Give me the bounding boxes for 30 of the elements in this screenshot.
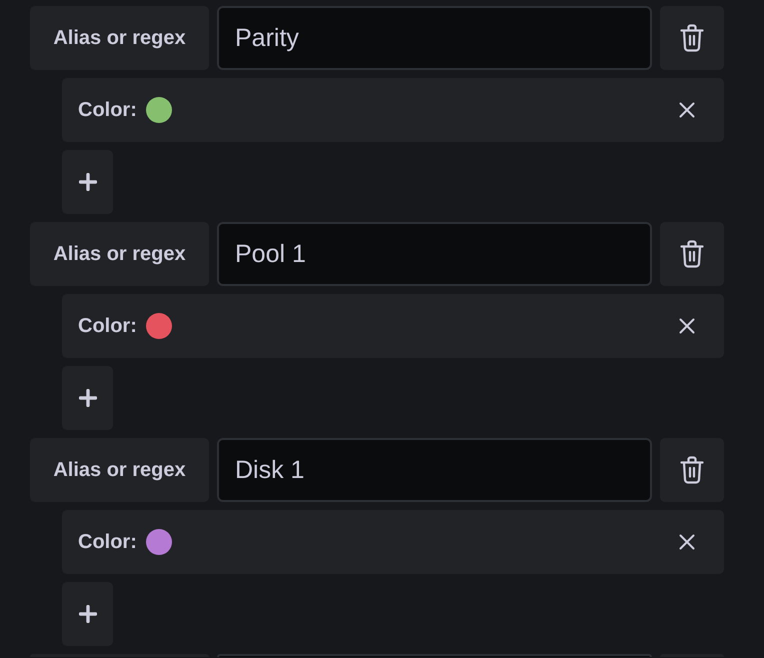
close-button[interactable] (679, 102, 695, 118)
close-button[interactable] (679, 534, 695, 550)
trash-icon (680, 240, 704, 268)
trash-icon (680, 24, 704, 52)
delete-button[interactable] (660, 6, 724, 70)
add-button[interactable] (62, 366, 113, 430)
add-button[interactable] (62, 582, 113, 646)
close-icon (679, 102, 695, 118)
color-swatch-icon[interactable] (146, 529, 172, 555)
plus-icon (78, 605, 96, 623)
field-label: Alias or regex (30, 6, 209, 70)
trash-icon (680, 456, 704, 484)
close-icon (679, 318, 695, 334)
close-icon (679, 534, 695, 550)
plus-icon (78, 389, 96, 407)
override-label: Color: (78, 98, 137, 122)
input-field[interactable]: Parity (217, 6, 652, 70)
input-field[interactable]: Disk 1 (217, 438, 652, 502)
field-label: Alias or regex (30, 438, 209, 502)
add-button[interactable] (62, 150, 113, 214)
input-field[interactable]: Pool 1 (217, 222, 652, 286)
delete-button[interactable] (660, 438, 724, 502)
color-swatch-icon[interactable] (146, 313, 172, 339)
override-label: Color: (78, 314, 137, 338)
field-label: Alias or regex (30, 222, 209, 286)
close-button[interactable] (679, 318, 695, 334)
color-swatch-icon[interactable] (146, 97, 172, 123)
plus-icon (78, 173, 96, 191)
override-label: Color: (78, 530, 137, 554)
delete-button[interactable] (660, 222, 724, 286)
